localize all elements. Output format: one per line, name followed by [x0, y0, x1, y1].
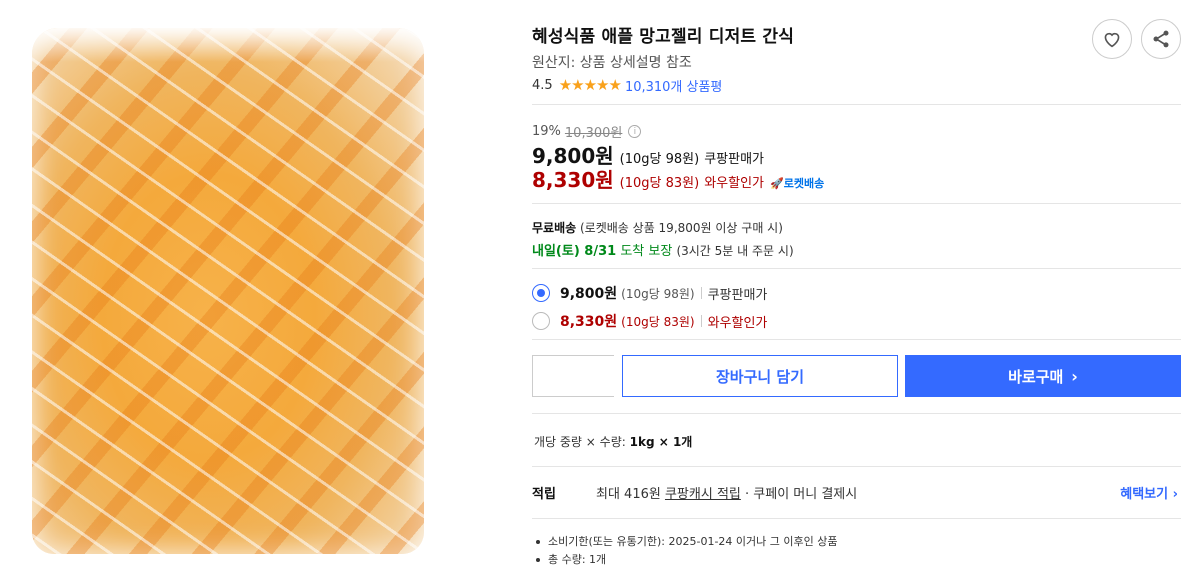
arrival-guarantee: 도착 보장 — [620, 244, 673, 259]
reward-row: 적립 최대 416원 쿠팡캐시 적립 · 쿠페이 머니 결제시 혜택보기 › — [532, 483, 1182, 502]
divider — [532, 104, 1181, 105]
radio-button[interactable] — [532, 284, 550, 302]
arrival-row: 내일(토) 8/31 도착 보장 (3시간 5분 내 주문 시) — [532, 240, 794, 259]
option-unit-price: (10g당 98원) — [621, 286, 695, 301]
option-price: 9,800원 — [560, 286, 618, 302]
wow-price: 8,330원 — [532, 168, 614, 192]
discount-row: 19% 10,300원 i — [532, 122, 642, 141]
option-price: 8,330원 — [560, 314, 618, 330]
mango-jelly-bag-image — [32, 28, 424, 554]
spec-label: 개당 중량 × 수량: — [534, 435, 630, 449]
product-image[interactable] — [32, 28, 424, 554]
divider — [532, 413, 1181, 414]
product-notes: 소비기한(또는 유통기한): 2025-01-24 이거나 그 이후인 상품 총… — [534, 533, 837, 566]
divider — [532, 203, 1181, 204]
spec-value: 1kg × 1개 — [629, 435, 693, 449]
list-item: 소비기한(또는 유통기한): 2025-01-24 이거나 그 이후인 상품 — [534, 533, 837, 551]
heart-icon — [1104, 32, 1120, 48]
divider — [532, 268, 1181, 269]
wishlist-button[interactable] — [1092, 19, 1132, 59]
rocket-delivery-badge: 🚀로켓배송 — [770, 177, 825, 190]
quantity-stepper[interactable]: ▲ ▼ — [532, 355, 735, 397]
divider — [532, 339, 1181, 340]
divider — [532, 466, 1181, 467]
buy-now-label: 바로구매 — [1008, 367, 1064, 386]
radio-button[interactable] — [532, 312, 550, 330]
option-sale-price[interactable]: 9,800원 (10g당 98원) 쿠팡판매가 — [532, 283, 767, 303]
separator — [700, 287, 702, 299]
reward-condition: · 쿠페이 머니 결제시 — [740, 487, 858, 502]
buy-now-button[interactable]: 바로구매 › — [905, 355, 1181, 397]
option-unit-price: (10g당 83원) — [621, 314, 695, 329]
wow-unit-price: (10g당 83원) — [619, 176, 700, 191]
reward-title: 적립 — [532, 487, 556, 502]
spec-row: 개당 중량 × 수량: 1kg × 1개 — [534, 433, 692, 450]
rating-row: 4.5 ★★★★★ 10,310개 상품평 — [532, 76, 722, 95]
star-rating-icon: ★★★★★ — [558, 76, 622, 94]
review-count-link[interactable]: 10,310개 상품평 — [625, 76, 722, 95]
option-label: 쿠팡판매가 — [707, 287, 768, 303]
divider — [532, 518, 1181, 519]
free-shipping-label: 무료배송 — [532, 221, 577, 235]
product-title: 혜성식품 애플 망고젤리 디저트 간식 — [532, 27, 795, 47]
original-price: 10,300원 — [564, 126, 623, 141]
chevron-right-icon: › — [1172, 487, 1178, 502]
add-to-cart-button[interactable]: 장바구니 담기 — [622, 355, 898, 397]
wow-price-row: 8,330원 (10g당 83원) 와우할인가 🚀로켓배송 — [532, 164, 824, 193]
arrival-condition: (3시간 5분 내 주문 시) — [676, 244, 794, 258]
coupang-cash-link[interactable]: 쿠팡캐시 적립 — [665, 487, 741, 502]
option-wow-price[interactable]: 8,330원 (10g당 83원) 와우할인가 — [532, 311, 767, 331]
chevron-right-icon: › — [1071, 366, 1078, 386]
option-label: 와우할인가 — [707, 315, 768, 331]
separator — [700, 315, 702, 327]
benefits-more-link[interactable]: 혜택보기 › — [1120, 483, 1178, 502]
arrival-date: 내일(토) 8/31 — [532, 244, 617, 259]
origin-text: 원산지: 상품 상세설명 참조 — [532, 55, 692, 71]
free-shipping-row: 무료배송 (로켓배송 상품 19,800원 이상 구매 시) — [532, 219, 783, 236]
info-icon[interactable]: i — [628, 125, 642, 138]
rocket-delivery-label: 로켓배송 — [783, 177, 825, 190]
reward-text: 최대 416원 쿠팡캐시 적립 · 쿠페이 머니 결제시 — [596, 483, 857, 502]
benefits-more-label: 혜택보기 — [1120, 487, 1169, 502]
rating-value: 4.5 — [532, 77, 553, 93]
discount-rate: 19% — [532, 124, 561, 139]
free-shipping-condition: (로켓배송 상품 19,800원 이상 구매 시) — [580, 221, 783, 235]
share-icon — [1153, 30, 1169, 48]
share-button[interactable] — [1141, 19, 1181, 59]
wow-price-label: 와우할인가 — [704, 176, 765, 191]
reward-amount: 최대 416원 — [596, 487, 665, 502]
list-item: 총 수량: 1개 — [534, 551, 837, 566]
